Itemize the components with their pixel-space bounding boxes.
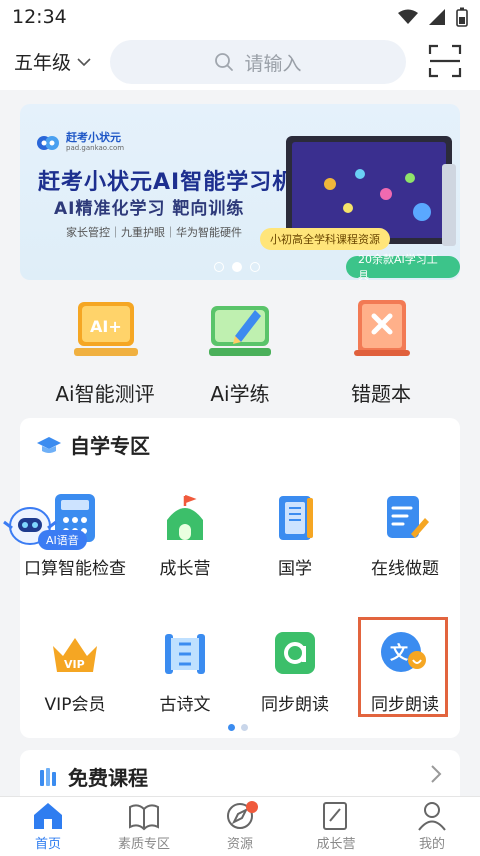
status-bar: 12:34 bbox=[0, 0, 480, 34]
banner-features: 家长管控｜九重护眼｜华为智能硬件 bbox=[66, 226, 242, 239]
quick-entry-ai-assessment[interactable]: AI+ Ai智能测评 bbox=[30, 292, 180, 407]
highlight-box bbox=[358, 617, 448, 717]
wifi-icon bbox=[398, 9, 418, 24]
self-study-header: 自学专区 bbox=[36, 430, 150, 459]
ai-practice-icon bbox=[209, 306, 271, 356]
svg-text:VIP: VIP bbox=[64, 658, 85, 671]
nav-label: 成长营 bbox=[316, 837, 356, 852]
grid-item-label: 成长营 bbox=[159, 559, 211, 579]
mistake-book-icon bbox=[354, 300, 410, 356]
quick-entry-label: 错题本 bbox=[351, 382, 411, 406]
banner-dot[interactable] bbox=[250, 262, 260, 272]
banner-dot[interactable] bbox=[214, 262, 224, 272]
grid-item-label: 古诗文 bbox=[159, 695, 211, 715]
free-courses-header: 免费课程 bbox=[38, 762, 148, 791]
chinese-classics-icon bbox=[279, 496, 313, 540]
notification-badge bbox=[246, 801, 258, 813]
nav-label: 资源 bbox=[226, 837, 253, 852]
grid-item-read-aloud-a[interactable]: 同步朗读 bbox=[240, 626, 350, 718]
status-time: 12:34 bbox=[12, 6, 67, 28]
grid-pagination bbox=[228, 724, 248, 731]
self-study-title: 自学专区 bbox=[70, 434, 150, 458]
grid-item-label: VIP会员 bbox=[44, 695, 106, 715]
grid-item-ancient-poetry[interactable]: 古诗文 bbox=[130, 626, 240, 718]
chevron-down-icon bbox=[77, 57, 91, 66]
free-courses-card[interactable]: 免费课程 bbox=[20, 750, 460, 796]
quick-entry-mistake-book[interactable]: 错题本 bbox=[306, 292, 456, 407]
free-courses-title: 免费课程 bbox=[68, 766, 148, 790]
nav-profile[interactable]: 我的 bbox=[384, 797, 480, 856]
svg-text:AI+: AI+ bbox=[90, 317, 122, 336]
vip-crown-icon: VIP bbox=[53, 638, 97, 672]
banner-pagination bbox=[214, 262, 260, 272]
grade-label: 五年级 bbox=[14, 52, 72, 74]
banner-title: 赶考小状元AI智能学习机 bbox=[38, 170, 296, 195]
banner-logo-text: 赶考小状元 bbox=[66, 131, 121, 144]
open-book-icon bbox=[129, 804, 159, 831]
graduation-cap-icon bbox=[37, 436, 61, 453]
banner-logo-sub: pad.gankao.com bbox=[66, 144, 125, 152]
nav-label: 首页 bbox=[34, 837, 61, 852]
books-icon bbox=[40, 767, 56, 786]
owl-logo-icon bbox=[37, 136, 59, 150]
ai-voice-badge[interactable]: AI语音 bbox=[38, 530, 87, 550]
home-icon bbox=[34, 803, 62, 829]
banner-dot-active[interactable] bbox=[232, 262, 242, 272]
nav-quality-zone[interactable]: 素质专区 bbox=[96, 797, 192, 856]
quick-entries: AI+ Ai智能测评 Ai学练 错题本 bbox=[0, 292, 480, 410]
grid-item-chinese-classics[interactable]: 国学 bbox=[240, 490, 350, 582]
online-exercise-icon bbox=[387, 496, 429, 538]
search-icon bbox=[215, 53, 234, 71]
user-icon bbox=[418, 802, 446, 831]
header: 五年级 请输入 bbox=[0, 34, 480, 90]
grid-page-dot-active[interactable] bbox=[228, 724, 235, 731]
banner-subtitle: AI精准化学习 靶向训练 bbox=[54, 199, 245, 219]
nav-resources[interactable]: 资源 bbox=[192, 797, 288, 856]
ancient-poetry-icon bbox=[165, 634, 205, 674]
notebook-pen-icon bbox=[323, 802, 347, 830]
grid-item-label: 国学 bbox=[278, 559, 312, 579]
battery-icon bbox=[456, 7, 468, 27]
growth-camp-icon bbox=[167, 494, 203, 540]
bottom-nav: 首页 素质专区 资源 成长营 我的 bbox=[0, 796, 480, 856]
promo-banner[interactable]: 赶考小状元 pad.gankao.com 赶考小状元AI智能学习机 AI精准化学… bbox=[20, 104, 460, 280]
grid-item-online-exercise[interactable]: 在线做题 bbox=[350, 490, 460, 582]
grid-item-label: 在线做题 bbox=[371, 559, 439, 579]
banner-pill-courses: 小初高全学科课程资源 bbox=[260, 228, 390, 250]
quick-entry-label: Ai学练 bbox=[210, 382, 270, 406]
grid-item-growth-camp[interactable]: 成长营 bbox=[130, 490, 240, 582]
grade-selector[interactable]: 五年级 bbox=[14, 48, 91, 75]
chevron-right-icon[interactable] bbox=[430, 764, 442, 784]
grid-page-dot[interactable] bbox=[241, 724, 248, 731]
quick-entry-ai-practice[interactable]: Ai学练 bbox=[165, 292, 315, 407]
quick-entry-label: Ai智能测评 bbox=[55, 382, 155, 406]
scan-icon[interactable] bbox=[428, 44, 462, 78]
signal-icon bbox=[429, 9, 445, 25]
search-input[interactable]: 请输入 bbox=[110, 40, 406, 84]
nav-label: 素质专区 bbox=[117, 837, 170, 852]
grid-item-vip[interactable]: VIP VIP会员 bbox=[20, 626, 130, 718]
ai-assessment-icon: AI+ bbox=[74, 302, 138, 356]
banner-pill-tools: 20余款AI学习工具 bbox=[346, 253, 460, 280]
nav-home[interactable]: 首页 bbox=[0, 797, 96, 856]
grid-item-label: 同步朗读 bbox=[261, 695, 329, 715]
status-icons bbox=[398, 7, 468, 27]
nav-label: 我的 bbox=[418, 837, 445, 852]
search-placeholder: 请输入 bbox=[244, 52, 302, 75]
read-aloud-a-icon bbox=[275, 632, 315, 674]
nav-growth-camp[interactable]: 成长营 bbox=[288, 797, 384, 856]
banner-logo: 赶考小状元 pad.gankao.com bbox=[36, 132, 124, 152]
